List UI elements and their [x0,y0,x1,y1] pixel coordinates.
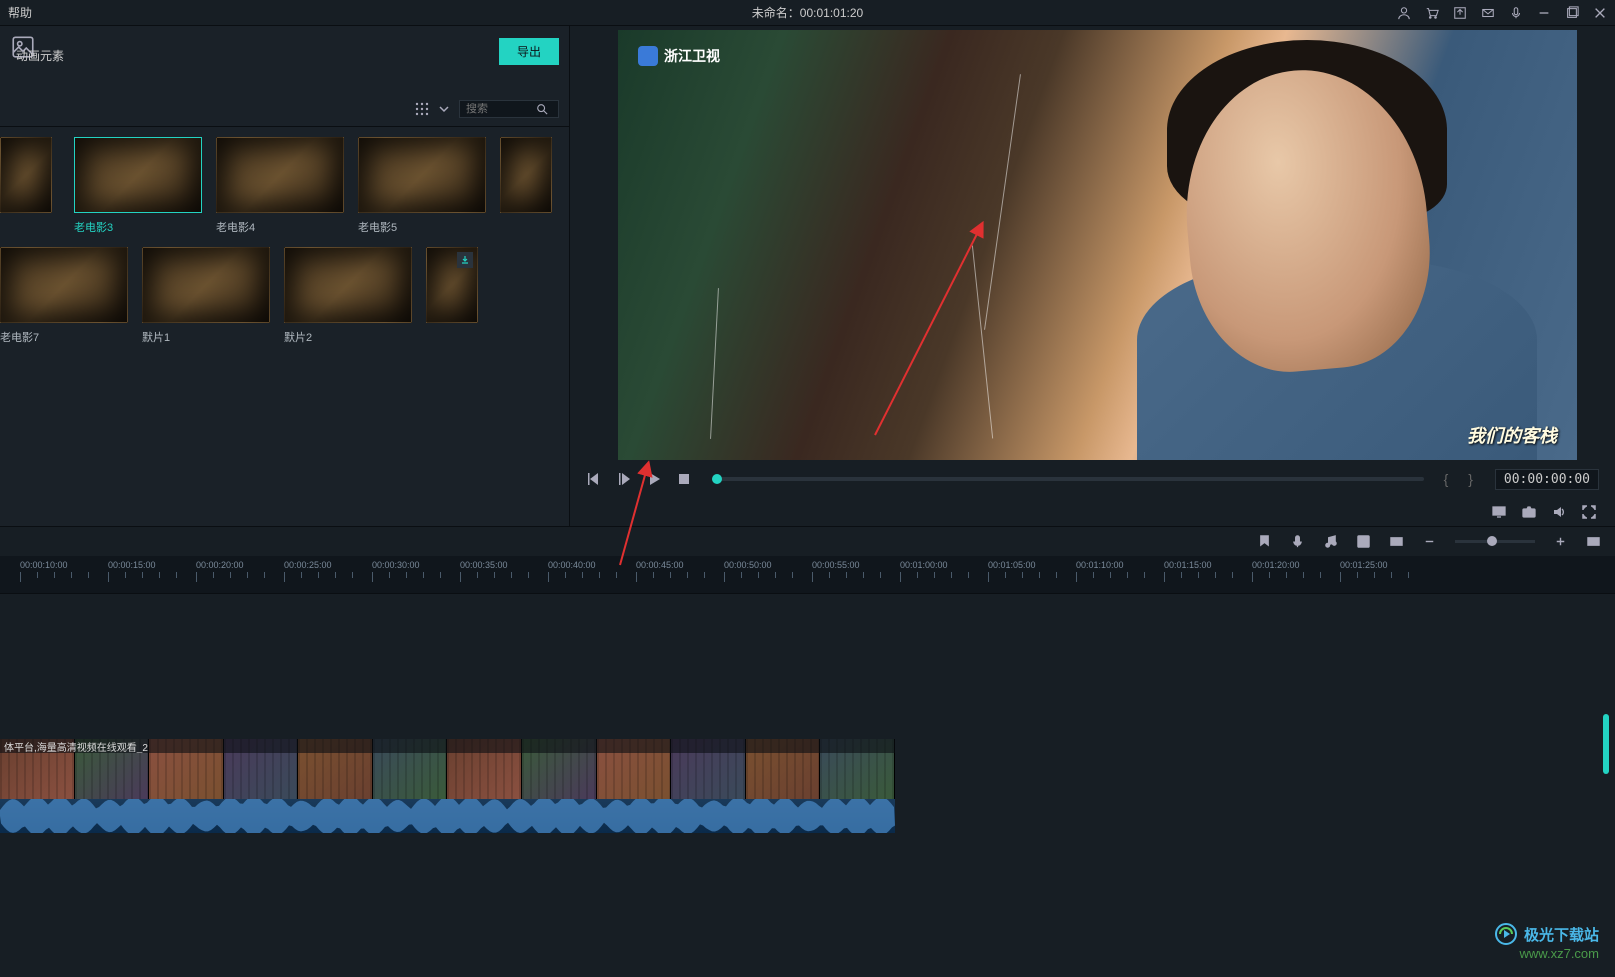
user-icon[interactable] [1397,6,1411,20]
maximize-icon[interactable] [1565,6,1579,20]
track-end-marker[interactable] [1603,714,1609,774]
clip-title: 体平台,海量高清视频在线观看_2 [0,739,895,753]
effect-thumb[interactable] [0,137,60,235]
ruler-label: 00:01:10:00 [1076,560,1124,570]
cart-icon[interactable] [1425,6,1439,20]
voiceover-icon[interactable] [1290,534,1305,549]
effect-thumb[interactable]: 老电影3 [74,137,202,235]
ruler-label: 00:00:15:00 [108,560,156,570]
preview-video[interactable]: 浙江卫视 我们的客栈 [618,30,1577,460]
minimize-icon[interactable] [1537,6,1551,20]
ruler-label: 00:01:25:00 [1340,560,1388,570]
ruler-label: 00:00:40:00 [548,560,596,570]
ruler-label: 00:00:10:00 [20,560,68,570]
effects-grid: 老电影3 老电影4 老电影5 老电影7 默片1 默片2 [0,127,569,526]
channel-logo: 浙江卫视 [638,46,720,66]
play-icon[interactable] [646,471,662,487]
watermark: 极光下载站 www.xz7.com [1494,922,1599,961]
chevron-down-icon[interactable] [437,102,451,116]
ruler-label: 00:01:15:00 [1164,560,1212,570]
effect-label: 老电影4 [216,219,344,235]
ruler-label: 00:01:20:00 [1252,560,1300,570]
fit-icon[interactable] [1586,534,1601,549]
preview-timecode: 00:00:00:00 [1495,469,1599,490]
search-icon[interactable] [536,103,548,115]
monitor-icon[interactable] [1491,504,1507,520]
effect-label: 老电影7 [0,329,128,345]
ruler-label: 00:00:45:00 [636,560,684,570]
effect-thumb[interactable]: 老电影5 [358,137,486,235]
ruler-label: 00:01:05:00 [988,560,1036,570]
search-input-wrap[interactable] [459,100,559,118]
grid-view-icon[interactable] [415,102,429,116]
preview-slider[interactable] [712,477,1424,481]
timeline-ruler[interactable]: 00:00:10:00 00:00:15:00 00:00:20:00 00:00:2… [0,556,1615,594]
effect-thumb[interactable]: 默片1 [142,247,270,345]
timeline-toolbar [0,526,1615,556]
play-start-icon[interactable] [616,471,632,487]
zoom-in-icon[interactable] [1553,534,1568,549]
prev-frame-icon[interactable] [586,471,602,487]
marker-icon[interactable] [1257,534,1272,549]
trim-icon[interactable] [1389,534,1404,549]
volume-icon[interactable] [1551,504,1567,520]
video-track[interactable]: 体平台,海量高清视频在线观看_2 [0,739,895,799]
effect-label: 老电影3 [74,219,202,235]
project-title: 未命名：00:01:01:20 [752,4,863,21]
fullscreen-icon[interactable] [1581,504,1597,520]
ruler-label: 00:00:50:00 [724,560,772,570]
music-icon[interactable] [1323,534,1338,549]
menu-help[interactable]: 帮助 [8,4,32,21]
show-logo: 我们的客栈 [1467,422,1557,448]
timeline-tracks[interactable]: 体平台,海量高清视频在线观看_2 [0,594,1615,974]
effect-thumb[interactable]: 默片2 [284,247,412,345]
ruler-label: 00:00:30:00 [372,560,420,570]
search-input[interactable] [466,103,536,115]
effect-label: 默片2 [284,329,412,345]
effect-label: 默片1 [142,329,270,345]
share-icon[interactable] [1453,6,1467,20]
effects-panel: 动画元素 导出 老电影3 老电影4 老电影5 老电影7 默片1 默片2 [0,26,570,526]
preview-panel: 浙江卫视 我们的客栈 { } 00:00:00:00 [570,26,1615,526]
ruler-label: 00:00:55:00 [812,560,860,570]
ruler-label: 00:01:00:00 [900,560,948,570]
adjust-icon[interactable] [1356,534,1371,549]
ruler-label: 00:00:35:00 [460,560,508,570]
ruler-label: 00:00:20:00 [196,560,244,570]
camera-icon[interactable] [1521,504,1537,520]
mark-brackets[interactable]: { } [1444,471,1481,487]
zoom-slider[interactable] [1455,540,1535,543]
effect-thumb[interactable]: 老电影7 [0,247,128,345]
stop-icon[interactable] [676,471,692,487]
effect-thumb[interactable]: 老电影4 [216,137,344,235]
mic-icon[interactable] [1509,6,1523,20]
menubar: 帮助 未命名：00:01:01:20 [0,0,1615,26]
mail-icon[interactable] [1481,6,1495,20]
ruler-label: 00:00:25:00 [284,560,332,570]
download-icon[interactable] [457,252,473,268]
zoom-out-icon[interactable] [1422,534,1437,549]
audio-track[interactable] [0,799,895,833]
effect-thumb[interactable] [426,247,486,345]
preview-controls: { } 00:00:00:00 [578,460,1607,498]
effect-label: 老电影5 [358,219,486,235]
effect-thumb[interactable] [500,137,560,235]
export-button[interactable]: 导出 [499,38,559,65]
sub-tab-animation[interactable]: 动画元素 [10,47,64,64]
close-icon[interactable] [1593,6,1607,20]
